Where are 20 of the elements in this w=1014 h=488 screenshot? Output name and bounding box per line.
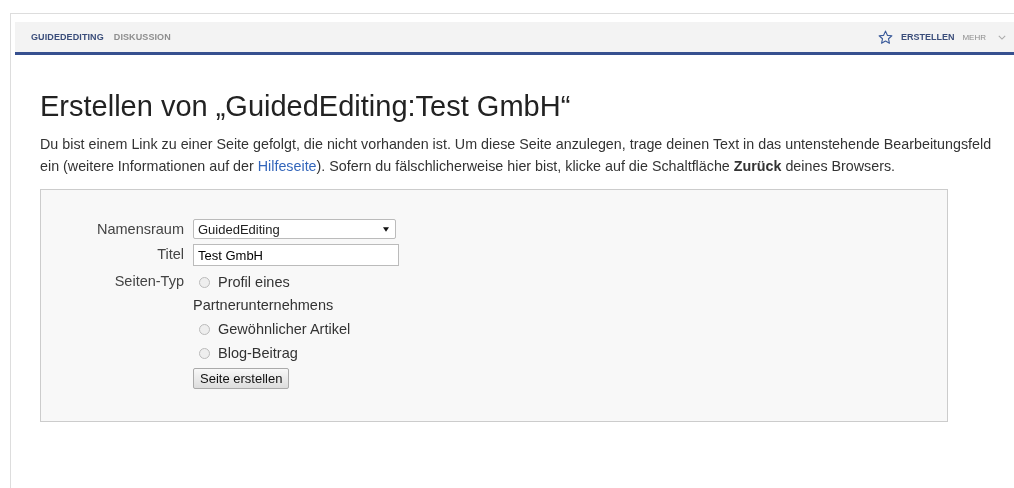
title-field[interactable]: Test GmbH xyxy=(193,244,399,266)
dropdown-arrow-icon xyxy=(383,226,389,232)
radio-button[interactable] xyxy=(199,277,210,288)
intro-paragraph: Du bist einem Link zu einer Seite gefolgt, die nicht vorhanden ist. Um diese Seite anzulegen, trage deinen Text in das untenstehende Bearbeitungsfeld ein (weitere Informationen auf der Hilfeseite). Sofern du fälschlicherweise hier bist, klicke auf die Schaltfläche Zurück deines Browsers. xyxy=(40,135,993,176)
field-label: Seiten-Typ xyxy=(113,272,184,291)
radio-label[interactable]: Profil eines Partnerunternehmens xyxy=(193,271,358,317)
field-label: Namensraum xyxy=(95,220,184,239)
radio-label[interactable]: Gewöhnlicher Artikel xyxy=(218,318,351,341)
field-label: Titel xyxy=(156,245,184,264)
help-link[interactable]: Hilfeseite xyxy=(257,158,317,174)
radio-button[interactable] xyxy=(199,348,210,359)
chevron-icon[interactable] xyxy=(998,34,1006,40)
namespace-dropdown[interactable]: GuidedEditing xyxy=(193,219,396,239)
create-page-button[interactable]: Seite erstellen xyxy=(193,368,290,389)
tab[interactable]: GUIDEDEDITING xyxy=(31,32,104,42)
page-heading: Erstellen von „GuidedEditing:Test GmbH“ xyxy=(40,89,572,123)
radio-button[interactable] xyxy=(199,324,210,335)
star-icon[interactable] xyxy=(877,29,893,45)
create-link[interactable]: ERSTELLEN xyxy=(900,32,955,42)
radio-label[interactable]: Blog-Beitrag xyxy=(218,342,298,365)
